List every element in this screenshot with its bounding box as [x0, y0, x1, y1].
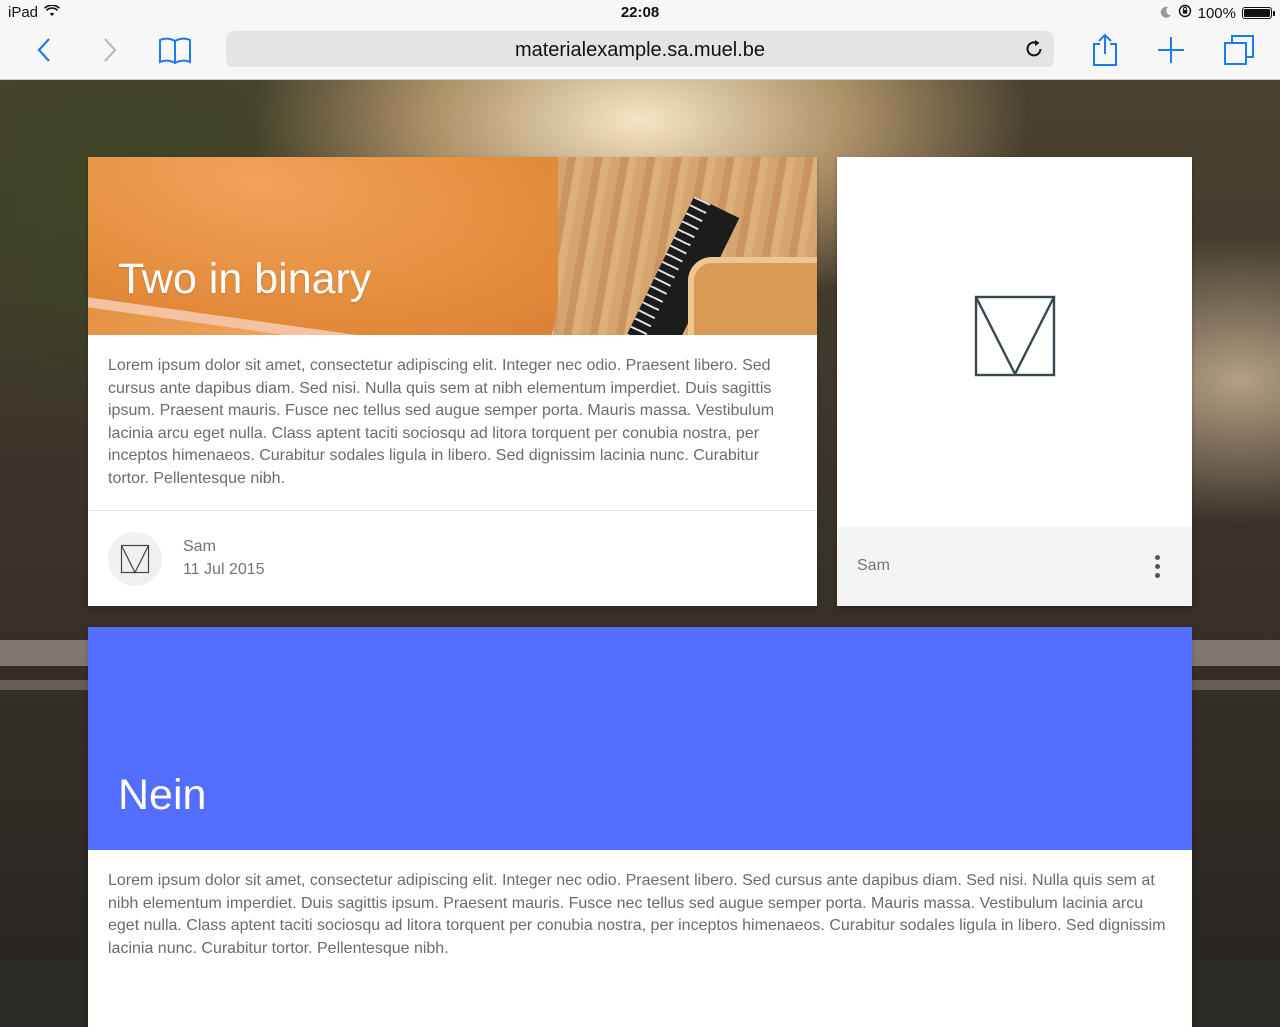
share-icon — [1093, 33, 1117, 66]
card-title[interactable]: Nein — [118, 771, 206, 820]
bookmarks-button[interactable] — [155, 33, 195, 67]
tabs-icon — [1224, 35, 1254, 65]
forward-button[interactable] — [90, 33, 130, 67]
reload-icon[interactable] — [1022, 37, 1046, 61]
card-body-text: Lorem ipsum dolor sit amet, consectetur … — [108, 357, 775, 487]
battery-percent: 100% — [1197, 4, 1236, 22]
card-title[interactable]: Two in binary — [118, 255, 371, 304]
author-name[interactable]: Sam — [857, 557, 890, 575]
author-logo-icon — [120, 544, 150, 574]
tabs-button[interactable] — [1219, 33, 1259, 67]
share-button[interactable] — [1085, 33, 1125, 67]
card-footer: Sam — [837, 527, 1192, 606]
post-date: 11 Jul 2015 — [183, 561, 265, 578]
more-vert-icon[interactable] — [1152, 551, 1162, 581]
new-tab-button[interactable] — [1151, 33, 1191, 67]
logo-card[interactable]: Sam — [837, 157, 1192, 606]
card-hero-color: Nein — [88, 627, 1192, 850]
avatar[interactable] — [108, 532, 162, 586]
chevron-left-icon — [37, 38, 50, 62]
status-bar: iPad 22:08 100% — [0, 0, 1280, 26]
chevron-right-icon — [104, 38, 117, 62]
browser-toolbar: materialexample.sa.muel.be — [0, 26, 1280, 80]
plus-icon — [1158, 37, 1184, 63]
book-icon — [159, 37, 191, 65]
author-name[interactable]: Sam — [183, 538, 216, 556]
back-button[interactable] — [24, 33, 64, 67]
post-card-nein[interactable]: Nein Lorem ipsum dolor sit amet, consect… — [88, 627, 1192, 1027]
site-logo-icon — [974, 295, 1056, 377]
address-bar[interactable]: materialexample.sa.muel.be — [226, 31, 1054, 67]
url-text: materialexample.sa.muel.be — [514, 39, 766, 61]
divider — [88, 510, 817, 511]
card-body-text: Lorem ipsum dolor sit amet, consectetur … — [108, 872, 1166, 957]
orientation-lock-icon — [1178, 4, 1192, 22]
card-hero-image: Two in binary — [88, 157, 817, 335]
battery-icon — [1242, 7, 1275, 19]
clock: 22:08 — [620, 4, 660, 21]
moon-icon — [1160, 5, 1172, 22]
status-right: 100% — [1160, 4, 1275, 22]
post-card-two-in-binary[interactable]: Two in binary Lorem ipsum dolor sit amet… — [88, 157, 817, 606]
